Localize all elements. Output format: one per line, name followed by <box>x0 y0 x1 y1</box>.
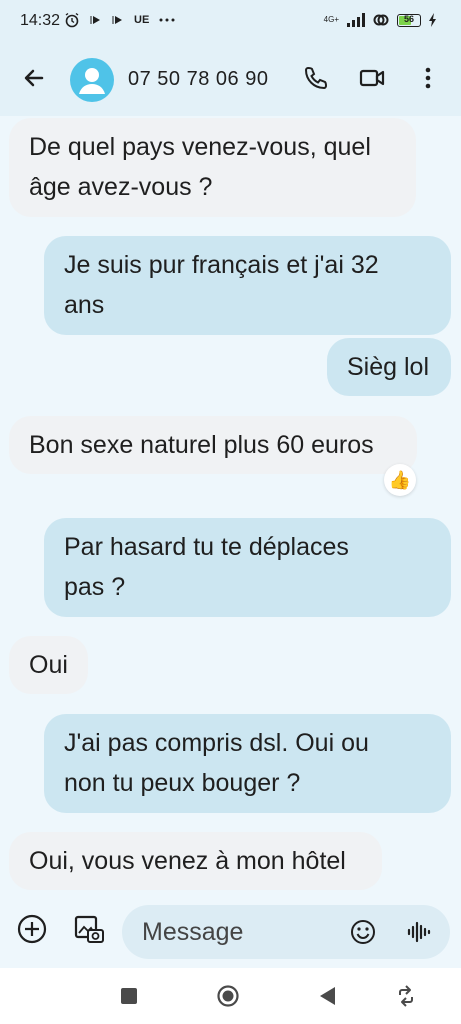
status-bar: 14:32 UE 4G+ 56 <box>0 0 461 44</box>
message-input-placeholder: Message <box>142 918 244 946</box>
charging-icon <box>429 13 436 27</box>
message-text: Je suis pur français et j'ai 32 ans <box>64 251 379 319</box>
play-icon <box>90 16 100 24</box>
conversation-header: 07 50 78 06 90 <box>0 44 461 116</box>
system-nav-bar <box>0 968 461 1024</box>
gallery-icon[interactable] <box>72 912 106 946</box>
signal-icon <box>347 13 365 27</box>
rotate-icon[interactable] <box>394 984 418 1008</box>
message-text: Oui <box>29 651 68 679</box>
recents-icon[interactable] <box>117 984 141 1008</box>
message-bubble-outgoing[interactable]: Sièg lol <box>327 338 451 396</box>
back-arrow-icon[interactable] <box>20 64 48 92</box>
avatar-icon <box>79 68 105 94</box>
message-bubble-outgoing[interactable]: J'ai pas compris dsl. Oui ou non tu peux… <box>44 714 451 813</box>
emoji-icon[interactable] <box>348 917 378 947</box>
status-time: 14:32 <box>20 12 61 29</box>
back-icon[interactable] <box>316 984 340 1008</box>
play-icon <box>112 16 122 24</box>
thumbs-up-icon: 👍 <box>388 470 412 490</box>
message-composer: Message <box>0 898 461 968</box>
message-bubble-incoming[interactable]: Oui <box>9 636 88 694</box>
contact-name[interactable]: 07 50 78 06 90 <box>128 68 268 91</box>
battery-icon: 56 <box>397 13 421 27</box>
message-bubble-incoming[interactable]: De quel pays venez-vous, quel âge avez-v… <box>9 118 416 217</box>
status-right-icons: 4G+ 56 <box>324 12 437 28</box>
message-input[interactable]: Message <box>122 905 450 959</box>
alarm-icon <box>65 12 79 28</box>
message-text: Bon sexe naturel plus 60 euros <box>29 431 374 459</box>
message-text: Oui, vous venez à mon hôtel <box>29 847 346 875</box>
carrier-label: UE <box>134 14 150 26</box>
message-text: J'ai pas compris dsl. Oui ou non tu peux… <box>64 729 369 797</box>
message-text: De quel pays venez-vous, quel âge avez-v… <box>29 133 371 201</box>
avatar[interactable] <box>70 58 114 102</box>
message-bubble-outgoing[interactable]: Par hasard tu te déplaces pas ? <box>44 518 451 617</box>
link-icon <box>373 14 389 26</box>
network-type: 4G+ <box>323 15 339 24</box>
more-dots-icon <box>159 18 175 22</box>
status-left-icons: UE <box>64 12 175 28</box>
more-vert-icon[interactable] <box>414 64 442 92</box>
message-text: Par hasard tu te déplaces pas ? <box>64 533 349 601</box>
voice-icon[interactable] <box>404 917 434 947</box>
video-icon[interactable] <box>358 64 386 92</box>
reaction-badge[interactable]: 👍 <box>384 464 416 496</box>
message-text: Sièg lol <box>347 353 429 381</box>
message-bubble-incoming[interactable]: Oui, vous venez à mon hôtel <box>9 832 382 890</box>
battery-level: 56 <box>403 13 414 24</box>
message-bubble-incoming[interactable]: Bon sexe naturel plus 60 euros <box>9 416 417 474</box>
home-icon[interactable] <box>216 984 240 1008</box>
phone-icon[interactable] <box>302 64 330 92</box>
add-icon[interactable] <box>15 912 49 946</box>
message-bubble-outgoing[interactable]: Je suis pur français et j'ai 32 ans <box>44 236 451 335</box>
